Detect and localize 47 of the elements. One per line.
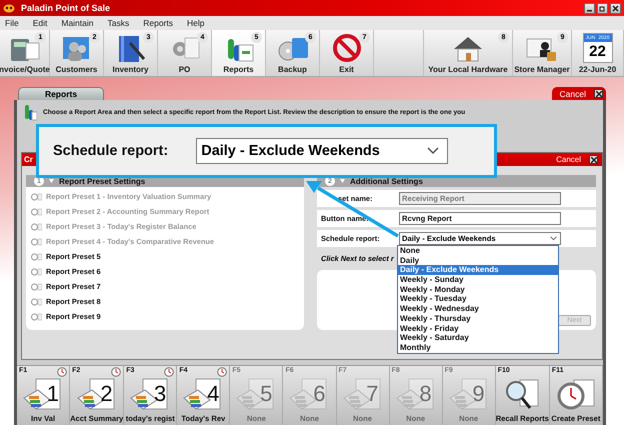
preset-number: 9 — [472, 383, 485, 405]
chevron-icon — [550, 236, 557, 241]
preset-icon — [31, 208, 42, 216]
minimize-button[interactable] — [584, 2, 595, 14]
preset-icon — [31, 192, 42, 200]
preset-number: 5 — [260, 383, 272, 405]
menu-item[interactable]: Reports — [143, 18, 173, 28]
preset-icon — [31, 282, 42, 290]
menu-item[interactable]: Edit — [32, 18, 48, 28]
chart-icon — [23, 103, 37, 121]
preset-icon — [31, 252, 42, 260]
dialog-title: Cr — [24, 155, 33, 164]
cancel-tab[interactable]: Cancel — [552, 87, 606, 100]
preset-icon — [31, 222, 42, 230]
preset-icon — [31, 238, 42, 246]
preset-number: 2 — [100, 383, 113, 405]
preset-icon — [31, 298, 42, 306]
restore-icon — [599, 4, 606, 12]
callout-label: Schedule report: — [53, 143, 168, 159]
preset-number: 7 — [366, 383, 379, 405]
preset-number: 3 — [154, 383, 166, 405]
preset-number: 4 — [207, 383, 220, 405]
preset-number: 6 — [313, 383, 326, 405]
section-title: Additional Settings — [350, 176, 423, 186]
dropdown-option[interactable]: Daily - Exclude Weekends — [398, 265, 558, 276]
preset-number: 1 — [46, 383, 60, 405]
close-icon — [596, 90, 602, 96]
restore-button[interactable] — [597, 2, 608, 14]
menu-item[interactable]: File — [5, 18, 19, 28]
preset-number: 8 — [419, 383, 432, 405]
close-button[interactable] — [610, 2, 621, 14]
clock-document-icon — [556, 378, 596, 412]
window-title: Paladin Point of Sale — [21, 3, 110, 13]
close-icon — [590, 156, 596, 162]
calendar-day: 22 — [584, 42, 612, 62]
reports-tab[interactable]: Reports — [18, 87, 104, 100]
cancel-button[interactable]: Cancel — [556, 155, 598, 164]
menu-item[interactable]: Help — [187, 18, 204, 28]
date-label: 22-Jun-20 — [578, 65, 616, 74]
chevron-icon — [427, 147, 440, 155]
close-icon — [612, 4, 619, 12]
preset-icon — [31, 312, 42, 320]
menu-item[interactable]: Maintain — [61, 18, 94, 28]
preset-icon — [31, 268, 42, 276]
section-title: Report Preset Settings — [59, 176, 146, 186]
logo-icon — [3, 4, 15, 12]
menu-item[interactable]: Tasks — [108, 18, 130, 28]
